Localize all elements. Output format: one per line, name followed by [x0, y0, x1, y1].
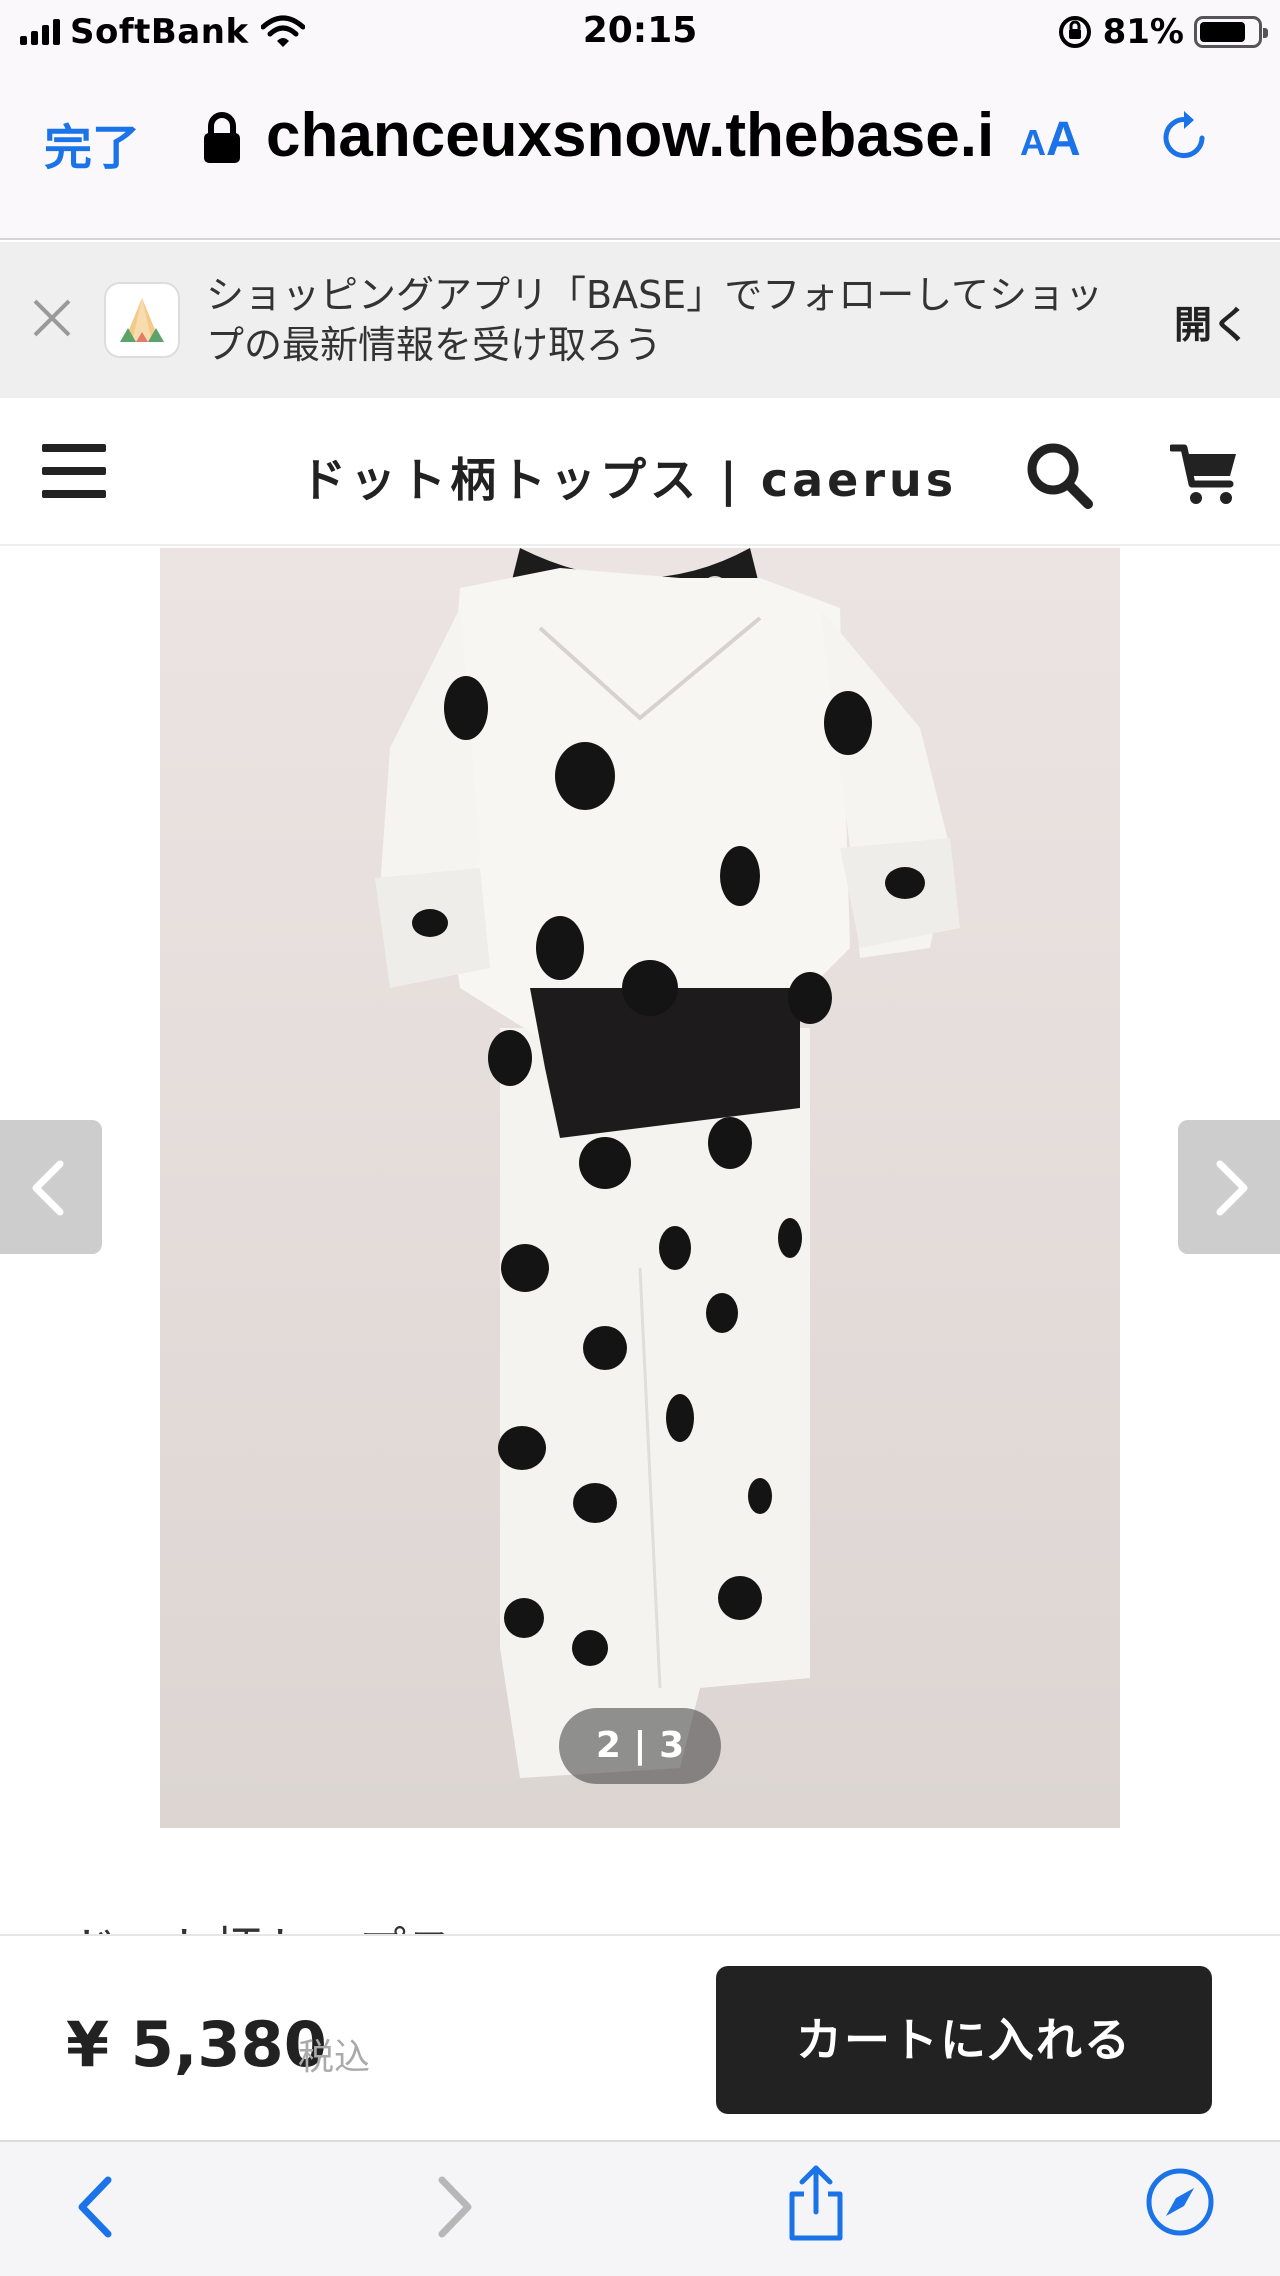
- purchase-bar: ¥ 5,380 税込 カートに入れる: [0, 1934, 1280, 2138]
- close-icon[interactable]: [26, 292, 78, 344]
- done-button[interactable]: 完了: [44, 108, 140, 178]
- text-size-small-a: A: [1020, 122, 1046, 163]
- text-size-button[interactable]: AA: [1020, 112, 1081, 167]
- polka-dot-outfit-image: [160, 548, 1120, 1828]
- hamburger-menu-icon[interactable]: [42, 444, 106, 500]
- lock-icon: [204, 112, 240, 163]
- forward-icon[interactable]: [430, 2172, 480, 2242]
- reload-icon[interactable]: [1158, 108, 1214, 164]
- orientation-lock-icon: [1058, 16, 1091, 48]
- product-photo[interactable]: 2 | 3: [160, 548, 1120, 1828]
- search-icon[interactable]: [1024, 440, 1094, 510]
- product-price: ¥ 5,380: [66, 2008, 327, 2081]
- page-title: ドット柄トップス | caerus ...: [300, 453, 980, 507]
- cart-icon[interactable]: [1170, 442, 1240, 508]
- battery-percent: 81%: [1102, 12, 1184, 52]
- share-icon[interactable]: [784, 2164, 848, 2244]
- safari-compass-icon[interactable]: [1144, 2166, 1216, 2238]
- banner-open-button[interactable]: 開く: [1174, 294, 1250, 349]
- text-size-large-a: A: [1046, 113, 1081, 166]
- image-counter: 2 | 3: [559, 1708, 721, 1784]
- base-app-banner: ショッピングアプリ「BASE」でフォローしてショップの最新情報を受け取ろう 開く: [0, 242, 1280, 398]
- previous-image-button[interactable]: [0, 1120, 102, 1254]
- battery-icon: [1194, 16, 1268, 48]
- url-field[interactable]: chanceuxsnow.thebase.in: [266, 100, 990, 170]
- shop-header: ドット柄トップス | caerus ...: [0, 400, 1280, 546]
- status-right: 81%: [1057, 10, 1268, 54]
- back-icon[interactable]: [70, 2172, 120, 2242]
- tax-included-label: 税込: [298, 2037, 371, 2078]
- banner-message: ショッピングアプリ「BASE」でフォローしてショップの最新情報を受け取ろう: [206, 273, 1104, 367]
- chevron-left-icon: [32, 1160, 64, 1216]
- next-image-button[interactable]: [1178, 1120, 1280, 1254]
- add-to-cart-button[interactable]: カートに入れる: [716, 1966, 1212, 2114]
- safari-url-bar: 完了 chanceuxsnow.thebase.in AA: [0, 64, 1280, 240]
- chevron-right-icon: [1216, 1160, 1248, 1216]
- base-app-icon: [104, 282, 180, 358]
- status-bar: SoftBank 20:15 81%: [0, 0, 1280, 64]
- safari-toolbar: [0, 2140, 1280, 2276]
- tent-logo-icon: [120, 298, 164, 342]
- product-image-gallery: 2 | 3: [0, 548, 1280, 1828]
- battery-level-fill: [1200, 22, 1246, 42]
